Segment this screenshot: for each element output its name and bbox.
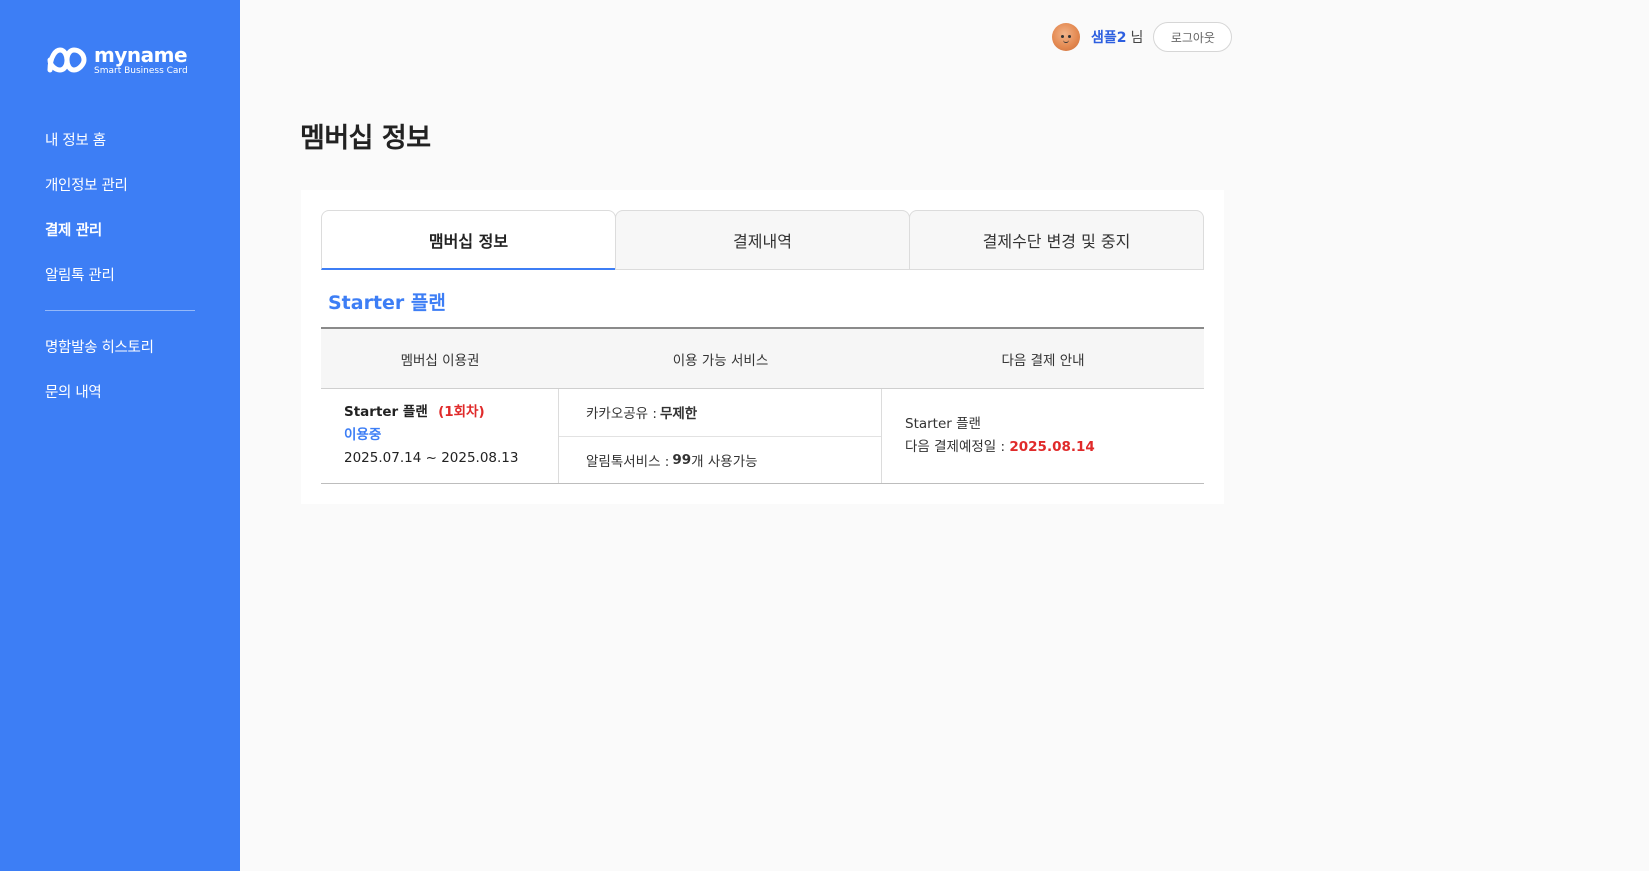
logout-button[interactable]: 로그아웃 [1153,22,1233,52]
alimtalk-label: 알림톡서비스 : [586,453,670,470]
status-badge: 이용중 [344,427,382,443]
sidebar-item-personal-info[interactable]: 개인정보 관리 [45,171,195,216]
table-row: Starter 플랜 (1회차) 이용중 2025.07.14 ~ 2025.0… [321,389,1204,484]
alimtalk-suffix: 개 사용가능 [691,453,758,470]
sidebar-divider [45,310,195,311]
services-cell: 카카오공유 : 무제한 알림톡서비스 : 99 개 사용가능 [559,389,882,483]
next-payment-cell: Starter 플랜 다음 결제예정일 : 2025.08.14 [882,389,1204,483]
next-payment-plan: Starter 플랜 [905,416,981,432]
user-name: 샘플2 [1091,30,1127,46]
sidebar-item-alimtalk[interactable]: 알림톡 관리 [45,261,195,306]
sidebar-nav: 내 정보 홈 개인정보 관리 결제 관리 알림톡 관리 명함발송 히스토리 문의… [45,126,195,423]
tab-bar: 맴버십 정보 결제내역 결제수단 변경 및 중지 [321,210,1204,270]
membership-cell: Starter 플랜 (1회차) 이용중 2025.07.14 ~ 2025.0… [321,389,559,483]
next-payment-date-label: 다음 결제예정일 : [905,439,1010,455]
brand-logo[interactable]: myname Smart Business Card [46,44,188,76]
tab-payment-method[interactable]: 결제수단 변경 및 중지 [909,210,1204,270]
brand-tagline: Smart Business Card [94,65,188,76]
myname-logo-icon [47,47,87,73]
column-header-membership: 멤버십 이용권 [400,352,480,369]
kakao-share-label: 카카오공유 : [586,406,657,423]
next-payment-date: 2025.08.14 [1009,439,1095,455]
tab-membership-info[interactable]: 맴버십 정보 [321,210,616,270]
membership-cycle: (1회차) [438,404,485,420]
kakao-share-value: 무제한 [659,406,698,423]
user-suffix: 님 [1130,30,1144,46]
membership-plan-name: Starter 플랜 [344,404,428,420]
brand-name: myname [94,42,188,67]
sidebar-item-payment[interactable]: 결제 관리 [45,216,195,261]
membership-table: 멤버십 이용권 이용 가능 서비스 다음 결제 안내 Starter 플랜 (1… [321,327,1204,484]
column-header-next-payment: 다음 결제 안내 [1001,352,1085,369]
kakao-share-service: 카카오공유 : 무제한 [559,389,881,436]
avatar[interactable] [1052,23,1080,51]
column-header-services: 이용 가능 서비스 [672,352,769,369]
membership-card: 맴버십 정보 결제내역 결제수단 변경 및 중지 Starter 플랜 멤버십 … [301,190,1224,504]
user-area: 샘플2 님 로그아웃 [1052,22,1233,52]
sidebar-item-my-info-home[interactable]: 내 정보 홈 [45,126,195,171]
membership-period: 2025.07.14 ~ 2025.08.13 [344,450,519,466]
table-header: 멤버십 이용권 이용 가능 서비스 다음 결제 안내 [321,329,1204,389]
sidebar: myname Smart Business Card 내 정보 홈 개인정보 관… [0,0,240,871]
page-title: 멤버십 정보 [300,123,431,154]
alimtalk-count: 99 [672,451,692,468]
sidebar-item-inquiries[interactable]: 문의 내역 [45,378,195,423]
plan-title: Starter 플랜 [328,292,446,314]
alimtalk-service: 알림톡서비스 : 99 개 사용가능 [559,435,881,484]
sidebar-item-card-history[interactable]: 명함발송 히스토리 [45,333,195,378]
tab-payment-history[interactable]: 결제내역 [615,210,910,270]
